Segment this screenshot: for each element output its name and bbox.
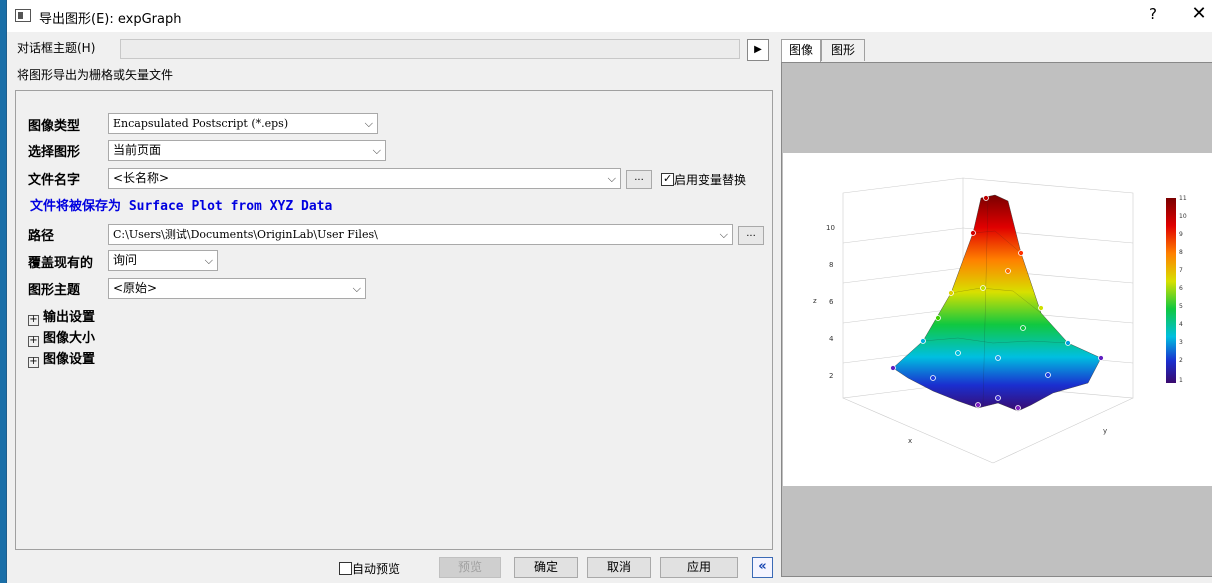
- path-combo[interactable]: C:\Users\测试\Documents\OriginLab\User Fil…: [108, 224, 733, 245]
- z-tick: 4: [829, 335, 834, 343]
- z-tick: 8: [829, 261, 833, 269]
- z-axis-label: z: [813, 297, 817, 305]
- file-name-browse-button[interactable]: ...: [626, 170, 652, 189]
- y-axis-label: y: [1103, 427, 1107, 435]
- graph-theme-label: 图形主题: [28, 283, 81, 298]
- auto-preview-label: 自动预览: [352, 562, 401, 576]
- var-replace-label: 启用变量替换: [674, 173, 747, 187]
- colorbar-ticks: 11 10 9 8 7 6 5 4 3 2 1: [1179, 195, 1187, 384]
- z-tick: 2: [829, 372, 833, 380]
- var-replace-checkbox[interactable]: 启用变量替换: [661, 171, 746, 188]
- image-size-label: 图像大小: [43, 331, 96, 346]
- overwrite-select[interactable]: 询问 ⌵: [108, 250, 218, 271]
- x-axis-label: x: [908, 437, 912, 445]
- colorbar-tick: 2: [1179, 357, 1183, 364]
- chevron-down-icon: ⌵: [204, 254, 213, 267]
- image-type-value: Encapsulated Postscript (*.eps): [113, 117, 289, 130]
- window-title: 导出图形(E): expGraph: [39, 12, 182, 27]
- image-type-label: 图像类型: [28, 119, 81, 134]
- path-value: C:\Users\测试\Documents\OriginLab\User Fil…: [113, 228, 378, 241]
- select-graph-value: 当前页面: [113, 143, 162, 157]
- chevron-down-icon: ⌵: [719, 228, 728, 241]
- window-icon: [15, 9, 31, 22]
- chevron-down-icon: ⌵: [352, 282, 361, 295]
- z-tick: 10: [826, 224, 835, 232]
- theme-menu-arrow-button[interactable]: ▶: [747, 39, 769, 61]
- dialog-description: 将图形导出为栅格或矢量文件: [17, 68, 174, 82]
- file-name-combo[interactable]: <长名称> ⌵: [108, 168, 621, 189]
- path-browse-button[interactable]: ...: [738, 226, 764, 245]
- overwrite-label: 覆盖现有的: [28, 256, 94, 271]
- output-settings-label: 输出设置: [43, 310, 96, 325]
- select-graph-label: 选择图形: [28, 145, 81, 160]
- ok-button[interactable]: 确定: [514, 557, 578, 578]
- output-settings-node[interactable]: + 输出设置: [28, 306, 95, 326]
- surface-plot: 2 4 6 8 10 z x y 11 10 9 8 7 6 5 4 3 2 1: [813, 177, 1187, 464]
- colorbar-tick: 11: [1179, 195, 1187, 202]
- colorbar-tick: 7: [1179, 267, 1183, 274]
- image-settings-label: 图像设置: [43, 352, 96, 367]
- surface-mesh: [892, 194, 1102, 412]
- tab-image[interactable]: 图像: [781, 39, 821, 62]
- preview-button[interactable]: 预览: [439, 557, 501, 578]
- dialog-theme-input[interactable]: [120, 39, 740, 59]
- z-tick: 6: [829, 298, 834, 306]
- checkbox-unchecked-icon[interactable]: [339, 562, 352, 575]
- settings-panel: 图像类型 Encapsulated Postscript (*.eps) ⌵ 选择…: [15, 90, 773, 550]
- image-type-select[interactable]: Encapsulated Postscript (*.eps) ⌵: [108, 113, 378, 134]
- close-button[interactable]: ✕: [1187, 3, 1211, 24]
- path-label: 路径: [28, 229, 55, 244]
- title-bar: 导出图形(E): expGraph ? ✕: [7, 0, 1212, 32]
- file-name-value: <长名称>: [113, 171, 170, 185]
- expand-icon[interactable]: +: [28, 336, 39, 347]
- colorbar-tick: 5: [1179, 303, 1183, 310]
- export-dialog: 导出图形(E): expGraph ? ✕ 对话框主题(H) ▶ 将图形导出为栅…: [6, 0, 1212, 583]
- image-size-node[interactable]: + 图像大小: [28, 327, 95, 347]
- overwrite-value: 询问: [113, 253, 138, 267]
- file-name-label: 文件名字: [28, 173, 81, 188]
- colorbar-tick: 6: [1179, 285, 1183, 292]
- expand-icon[interactable]: +: [28, 315, 39, 326]
- help-button[interactable]: ?: [1143, 5, 1163, 23]
- colorbar-tick: 8: [1179, 249, 1183, 256]
- colorbar-tick: 3: [1179, 339, 1183, 346]
- graph-theme-select[interactable]: <原始> ⌵: [108, 278, 366, 299]
- colorbar-tick: 9: [1179, 231, 1183, 238]
- preview-image: 2 4 6 8 10 z x y 11 10 9 8 7 6 5 4 3 2 1: [783, 153, 1212, 486]
- colorbar-tick: 10: [1179, 213, 1187, 220]
- colorbar-tick: 4: [1179, 321, 1183, 328]
- auto-preview-checkbox[interactable]: 自动预览: [339, 560, 400, 577]
- colorbar-tick: 1: [1179, 377, 1183, 384]
- collapse-preview-button[interactable]: «: [752, 557, 773, 578]
- cancel-button[interactable]: 取消: [587, 557, 651, 578]
- dialog-theme-label: 对话框主题(H): [17, 41, 96, 55]
- tab-graph[interactable]: 图形: [821, 39, 865, 61]
- select-graph-select[interactable]: 当前页面 ⌵: [108, 140, 386, 161]
- graph-theme-value: <原始>: [113, 281, 158, 295]
- preview-area: 2 4 6 8 10 z x y 11 10 9 8 7 6 5 4 3 2 1: [781, 62, 1212, 577]
- image-settings-node[interactable]: + 图像设置: [28, 348, 95, 368]
- chevron-down-icon: ⌵: [607, 172, 616, 185]
- apply-button[interactable]: 应用: [660, 557, 738, 578]
- save-as-info: 文件将被保存为 Surface Plot from XYZ Data: [30, 199, 333, 214]
- checkbox-checked-icon[interactable]: [661, 172, 674, 186]
- chevron-down-icon: ⌵: [372, 144, 381, 157]
- chevron-down-icon: ⌵: [364, 117, 373, 130]
- colorbar: [1166, 198, 1176, 383]
- expand-icon[interactable]: +: [28, 357, 39, 368]
